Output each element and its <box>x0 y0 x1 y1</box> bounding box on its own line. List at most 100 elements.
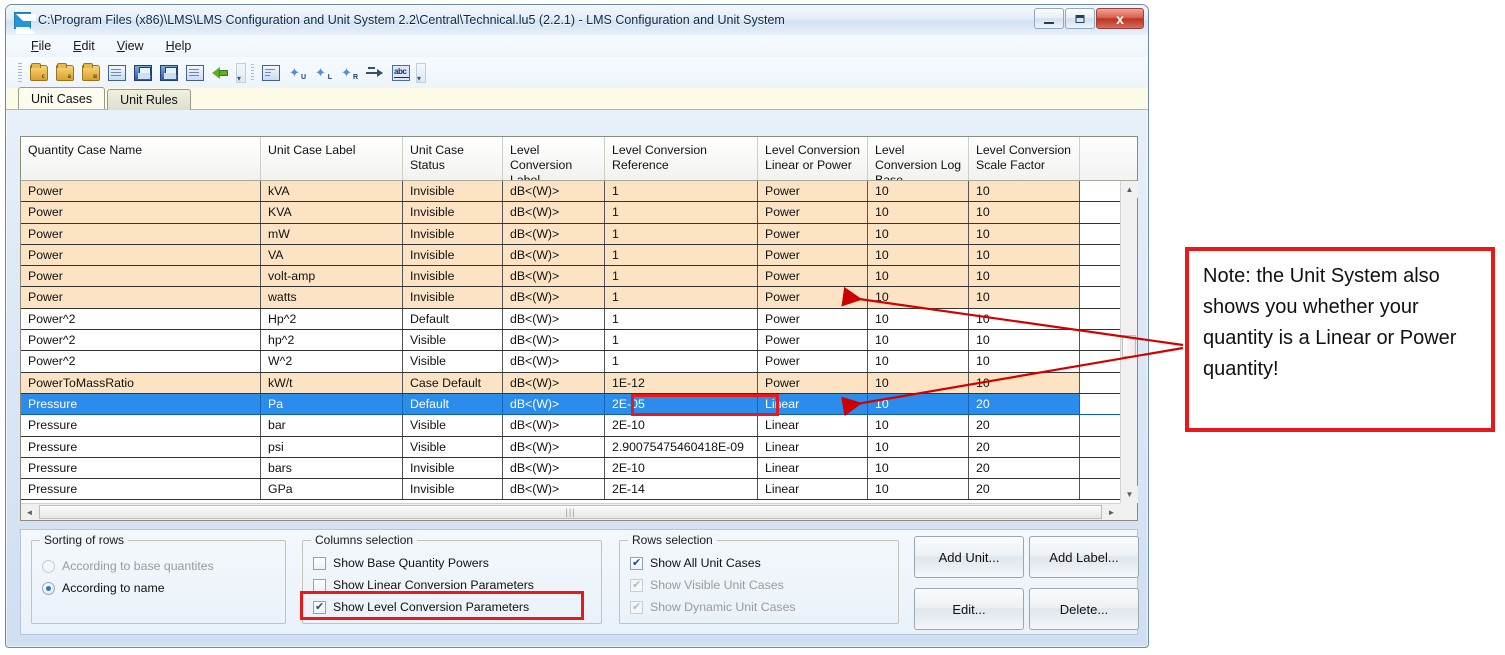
table-cell[interactable]: dB<(W)> <box>503 308 605 330</box>
open-application-folder-button[interactable]: a <box>53 62 77 84</box>
table-cell[interactable]: kW/t <box>261 372 403 393</box>
table-cell[interactable]: Power <box>758 372 868 393</box>
table-cell[interactable]: VA <box>261 244 403 266</box>
table-cell[interactable]: Linear <box>758 479 868 500</box>
table-cell[interactable]: Power <box>758 244 868 266</box>
table-cell[interactable]: 1 <box>605 330 758 351</box>
table-cell[interactable]: Pressure <box>21 457 261 479</box>
apply-green-arrow-button[interactable] <box>209 62 233 84</box>
toolbar-overflow-1[interactable] <box>236 62 246 83</box>
add-unit-button[interactable]: Add Unit... <box>914 536 1024 578</box>
table-cell[interactable]: Invisible <box>403 223 503 244</box>
table-cell[interactable]: 20 <box>969 479 1080 500</box>
table-cell[interactable]: Power <box>758 266 868 287</box>
table-row[interactable]: Pressure Pa Default dB<(W)> 2E-05 Linear 10 20 <box>21 393 1137 416</box>
table-cell[interactable]: Linear <box>758 393 868 415</box>
table-cell[interactable]: 10 <box>868 244 969 266</box>
table-cell[interactable]: KVA <box>261 202 403 223</box>
table-row[interactable]: Power^2 Hp^2 Default dB<(W)> 1 Power 10 10 <box>21 308 1137 331</box>
table-cell[interactable]: 10 <box>868 223 969 244</box>
table-cell[interactable]: Pressure <box>21 393 261 415</box>
open-config-folder-button[interactable]: c <box>27 62 51 84</box>
table-cell[interactable]: 2E-14 <box>605 479 758 500</box>
table-cell[interactable]: Visible <box>403 330 503 351</box>
column-header-7[interactable]: Level Conversion Scale Factor <box>969 137 1080 180</box>
table-cell[interactable]: dB<(W)> <box>503 415 605 436</box>
radio-according-to-name[interactable]: According to name <box>42 577 285 599</box>
table-cell[interactable]: 2E-05 <box>605 393 758 415</box>
table-cell[interactable]: Power <box>758 223 868 244</box>
table-cell[interactable]: Power <box>21 266 261 287</box>
table-cell[interactable]: Pa <box>261 393 403 415</box>
column-header-0[interactable]: Quantity Case Name <box>21 137 261 180</box>
table-cell[interactable]: GPa <box>261 479 403 500</box>
table-cell[interactable]: Power <box>21 244 261 266</box>
table-cell[interactable]: Invisible <box>403 266 503 287</box>
table-cell[interactable]: 2E-10 <box>605 457 758 479</box>
table-cell[interactable]: Power <box>21 202 261 223</box>
table-cell[interactable]: Invisible <box>403 202 503 223</box>
table-cell[interactable]: Default <box>403 393 503 415</box>
minimize-button[interactable] <box>1034 8 1064 29</box>
table-cell[interactable]: Power <box>21 181 261 202</box>
table-cell[interactable]: Linear <box>758 436 868 457</box>
menu-edit[interactable]: Edit <box>64 37 104 55</box>
vertical-scrollbar[interactable]: ▲ ▼ <box>1120 181 1138 503</box>
table-cell[interactable]: 10 <box>969 181 1080 202</box>
table-cell[interactable]: 10 <box>868 202 969 223</box>
table-cell[interactable]: Power <box>758 202 868 223</box>
table-cell[interactable]: dB<(W)> <box>503 330 605 351</box>
table-cell[interactable]: 10 <box>868 330 969 351</box>
table-cell[interactable]: bars <box>261 457 403 479</box>
table-cell[interactable]: 1 <box>605 244 758 266</box>
table-cell[interactable]: 10 <box>868 181 969 202</box>
abc-spellcheck-button[interactable]: abc <box>389 62 413 84</box>
table-cell[interactable]: W^2 <box>261 351 403 372</box>
table-cell[interactable]: Power <box>758 308 868 330</box>
vertical-scroll-thumb[interactable] <box>1122 335 1136 357</box>
table-cell[interactable]: dB<(W)> <box>503 436 605 457</box>
table-cell[interactable]: dB<(W)> <box>503 181 605 202</box>
open-user-folder-button[interactable]: u <box>79 62 103 84</box>
table-cell[interactable]: hp^2 <box>261 330 403 351</box>
table-cell[interactable]: Invisible <box>403 181 503 202</box>
table-cell[interactable]: Invisible <box>403 244 503 266</box>
table-cell[interactable]: PowerToMassRatio <box>21 372 261 393</box>
table-row[interactable]: Pressure bars Invisible dB<(W)> 2E-10 Linear 1… <box>21 457 1137 480</box>
menu-help[interactable]: Help <box>157 37 201 55</box>
table-cell[interactable]: 1 <box>605 223 758 244</box>
table-cell[interactable]: 10 <box>969 351 1080 372</box>
edit-button[interactable]: Edit... <box>914 588 1024 630</box>
table-cell[interactable]: Power <box>758 330 868 351</box>
menu-file[interactable]: File <box>22 37 60 55</box>
radio-according-to-base-quantites[interactable]: According to base quantites <box>42 555 285 577</box>
menu-view[interactable]: View <box>108 37 153 55</box>
table-cell[interactable]: Power^2 <box>21 330 261 351</box>
table-cell[interactable]: 1 <box>605 351 758 372</box>
table-cell[interactable]: 10 <box>969 266 1080 287</box>
table-cell[interactable]: 2.90075475460418E-09 <box>605 436 758 457</box>
checkbox-show-level-conversion-parameters[interactable]: Show Level Conversion Parameters <box>313 596 601 618</box>
scroll-left-button[interactable]: ◄ <box>21 508 38 517</box>
table-cell[interactable]: mW <box>261 223 403 244</box>
table-cell[interactable]: Power^2 <box>21 351 261 372</box>
add-unit-left-button[interactable]: ✦ L <box>311 62 335 84</box>
table-cell[interactable]: Pressure <box>21 415 261 436</box>
report-button[interactable] <box>259 62 283 84</box>
table-cell[interactable]: Default <box>403 308 503 330</box>
table-row[interactable]: Power^2 W^2 Visible dB<(W)> 1 Power 10 10 <box>21 351 1137 373</box>
table-cell[interactable]: dB<(W)> <box>503 351 605 372</box>
table-row[interactable]: Pressure psi Visible dB<(W)> 2.9007547546041… <box>21 436 1137 458</box>
table-cell[interactable]: 10 <box>969 223 1080 244</box>
table-cell[interactable]: Linear <box>758 415 868 436</box>
toolbar-grip-1[interactable] <box>18 63 22 82</box>
scroll-right-button[interactable]: ► <box>1103 508 1120 517</box>
toolbar-grip-2[interactable] <box>251 63 254 82</box>
scroll-down-button[interactable]: ▼ <box>1121 486 1138 503</box>
table-cell[interactable]: watts <box>261 287 403 308</box>
table-cell[interactable]: 10 <box>868 372 969 393</box>
merge-arrow-button[interactable] <box>363 62 387 84</box>
table-cell[interactable]: Invisible <box>403 457 503 479</box>
table-cell[interactable]: 10 <box>868 287 969 308</box>
table-cell[interactable]: dB<(W)> <box>503 244 605 266</box>
